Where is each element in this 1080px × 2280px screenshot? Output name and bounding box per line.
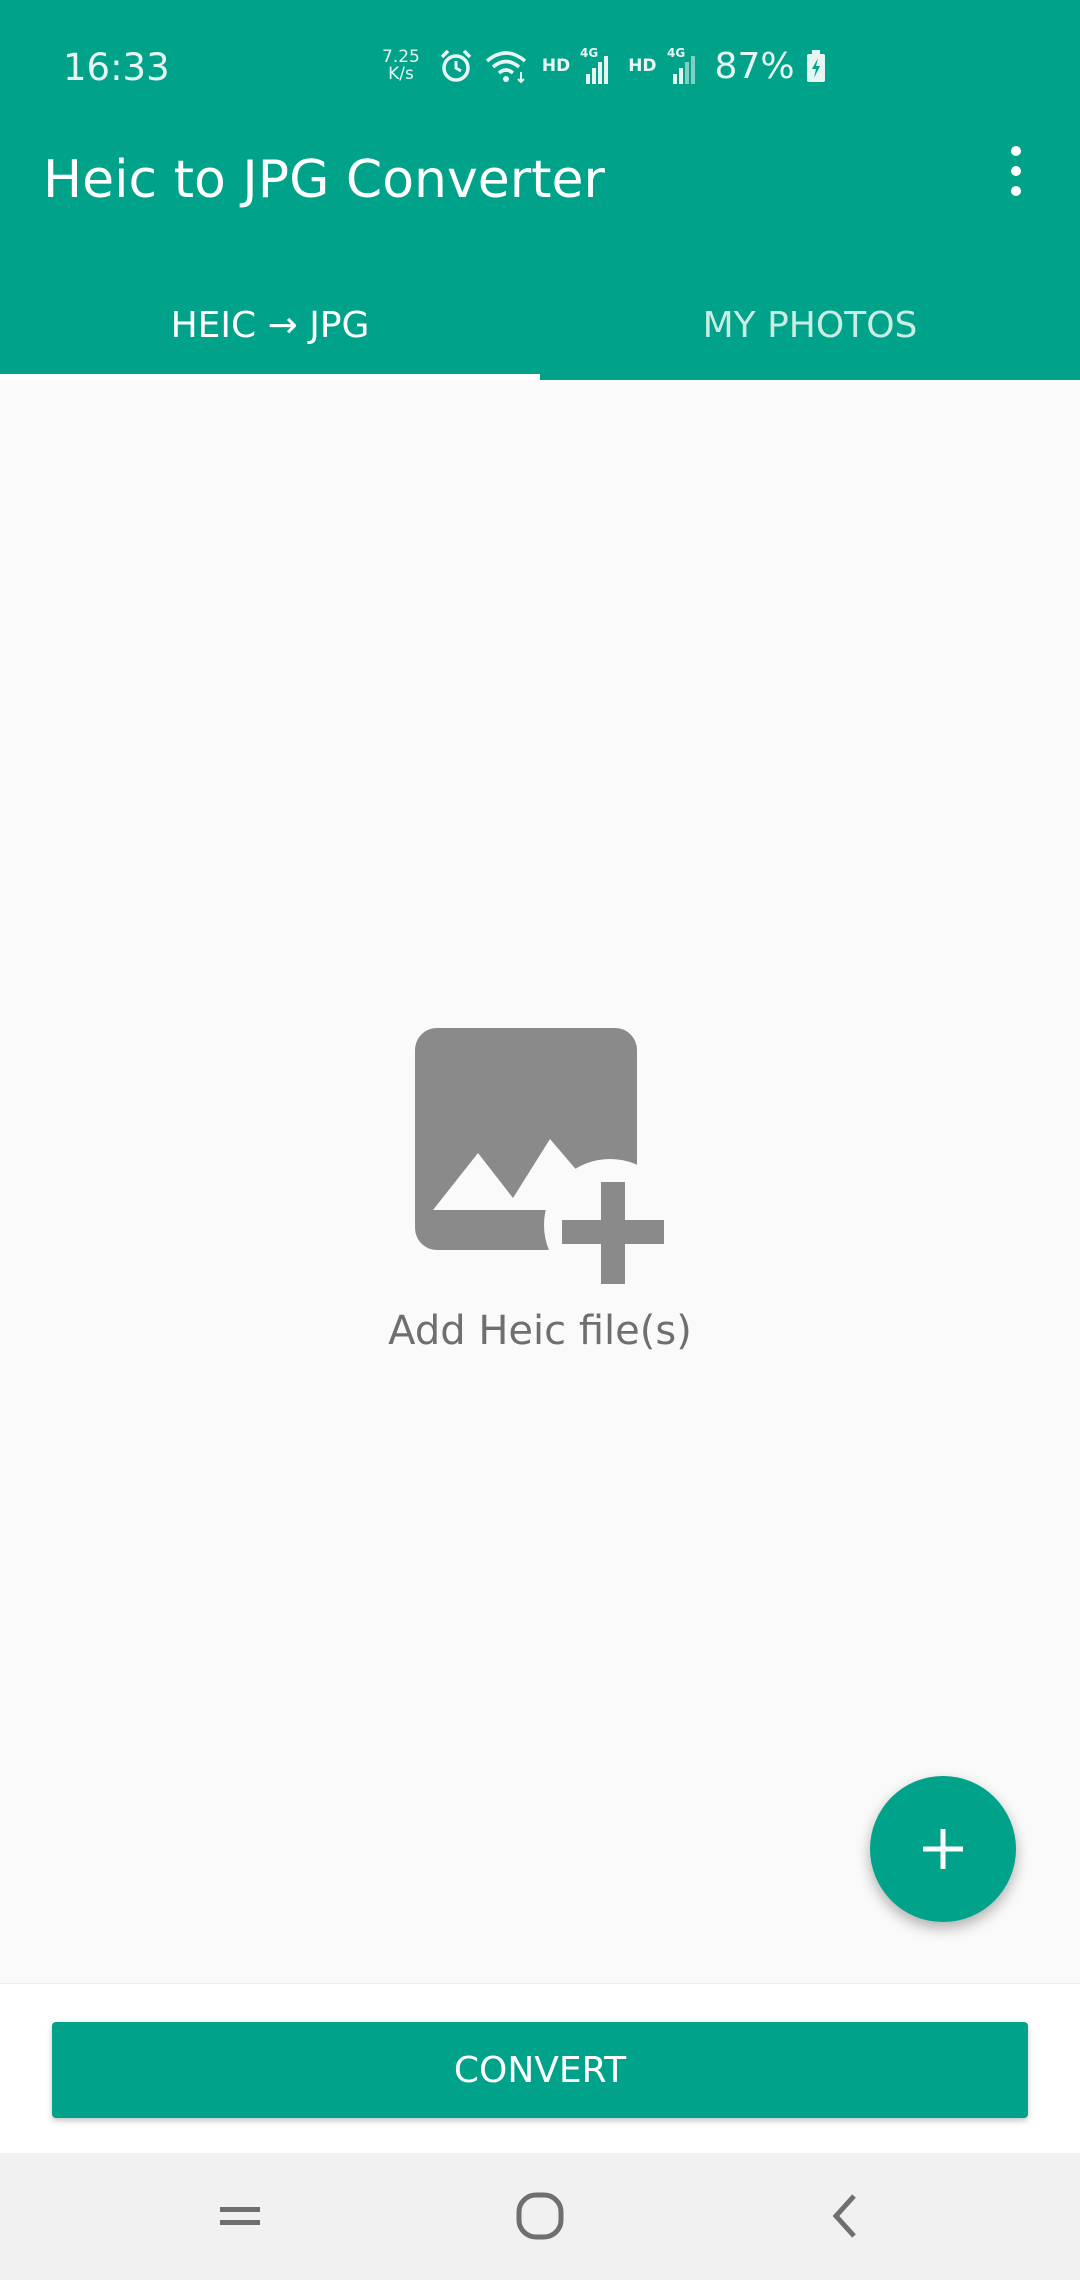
home-button[interactable] bbox=[490, 2171, 590, 2261]
empty-state: Add Heic file(s) bbox=[0, 1020, 1080, 1354]
system-nav-bar bbox=[0, 2153, 1080, 2280]
network-type-label: 4G bbox=[580, 46, 598, 60]
menu-dot bbox=[1011, 186, 1021, 196]
tab-label: MY PHOTOS bbox=[702, 304, 918, 346]
wifi-icon bbox=[484, 48, 528, 84]
tab-label: HEIC → JPG bbox=[170, 304, 370, 346]
recents-button[interactable] bbox=[190, 2171, 290, 2261]
menu-dot bbox=[1011, 146, 1021, 156]
add-heic-files-label: Add Heic file(s) bbox=[388, 1308, 692, 1354]
status-icons: 7.25 K/s HD 4G HD 4G 87% bbox=[382, 44, 827, 88]
app-title: Heic to JPG Converter bbox=[43, 150, 605, 210]
status-bar: 16:33 7.25 K/s HD 4G HD 4G 87% bbox=[0, 0, 1080, 130]
battery-charging-icon bbox=[805, 49, 827, 83]
signal-icon: 4G bbox=[580, 46, 614, 86]
convert-button[interactable]: CONVERT bbox=[52, 2022, 1028, 2118]
more-options-icon[interactable] bbox=[996, 146, 1036, 196]
plus-icon bbox=[923, 1829, 963, 1869]
network-type-label: 4G bbox=[667, 46, 685, 60]
back-icon bbox=[832, 2194, 856, 2238]
hd-label: HD bbox=[541, 56, 571, 76]
app-bar: 16:33 7.25 K/s HD 4G HD 4G 87% Heic to J… bbox=[0, 0, 1080, 380]
signal-icon: 4G bbox=[667, 46, 701, 86]
back-button[interactable] bbox=[795, 2171, 895, 2261]
add-file-button[interactable] bbox=[870, 1776, 1016, 1922]
tab-heic-to-jpg[interactable]: HEIC → JPG bbox=[0, 270, 540, 380]
status-time: 16:33 bbox=[63, 46, 170, 89]
hd-label: HD bbox=[628, 56, 657, 76]
alarm-icon bbox=[438, 48, 474, 84]
recents-icon bbox=[220, 2207, 260, 2225]
tab-my-photos[interactable]: MY PHOTOS bbox=[540, 270, 1080, 380]
menu-dot bbox=[1011, 166, 1021, 176]
tab-indicator bbox=[0, 374, 540, 380]
bottom-action-panel: CONVERT bbox=[0, 1983, 1080, 2154]
home-icon bbox=[516, 2192, 564, 2240]
tab-bar: HEIC → JPG MY PHOTOS bbox=[0, 270, 1080, 380]
network-speed-unit: K/s bbox=[388, 64, 414, 84]
network-speed: 7.25 K/s bbox=[382, 49, 420, 83]
battery-percent: 87% bbox=[714, 45, 795, 87]
add-photo-icon[interactable] bbox=[405, 1020, 675, 1290]
